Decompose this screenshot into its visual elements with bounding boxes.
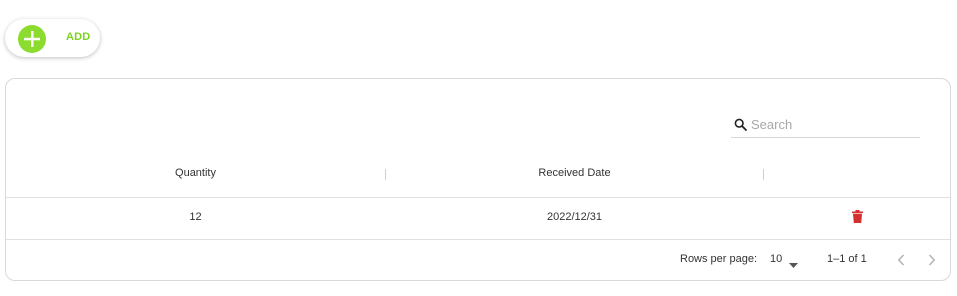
plus-icon — [18, 25, 46, 53]
cell-quantity: 12 — [189, 211, 202, 223]
data-table-card: Quantity Received Date 12 2022/12/31 Row… — [5, 78, 951, 281]
pagination-range: 1–1 of 1 — [827, 253, 867, 265]
table-pagination: Rows per page: 10 1–1 of 1 — [6, 240, 950, 280]
column-header-received-date[interactable]: Received Date — [386, 155, 763, 197]
rows-per-page-label: Rows per page: — [680, 253, 758, 265]
caret-down-icon[interactable] — [789, 259, 798, 271]
chevron-left-icon[interactable] — [897, 254, 905, 269]
table-header: Quantity Received Date — [6, 155, 950, 198]
rows-per-page-select[interactable]: 10 — [770, 253, 782, 265]
search-field[interactable] — [731, 114, 920, 138]
column-header-actions — [764, 155, 950, 197]
cell-received-date: 2022/12/31 — [546, 211, 603, 223]
search-input[interactable] — [751, 114, 916, 134]
add-button-label: ADD — [66, 31, 91, 43]
search-icon — [734, 118, 747, 136]
table-row[interactable]: 12 2022/12/31 — [6, 198, 950, 240]
column-header-quantity[interactable]: Quantity — [6, 155, 385, 197]
add-button[interactable]: ADD — [5, 19, 100, 57]
chevron-right-icon[interactable] — [928, 254, 936, 269]
trash-icon[interactable] — [852, 210, 863, 228]
